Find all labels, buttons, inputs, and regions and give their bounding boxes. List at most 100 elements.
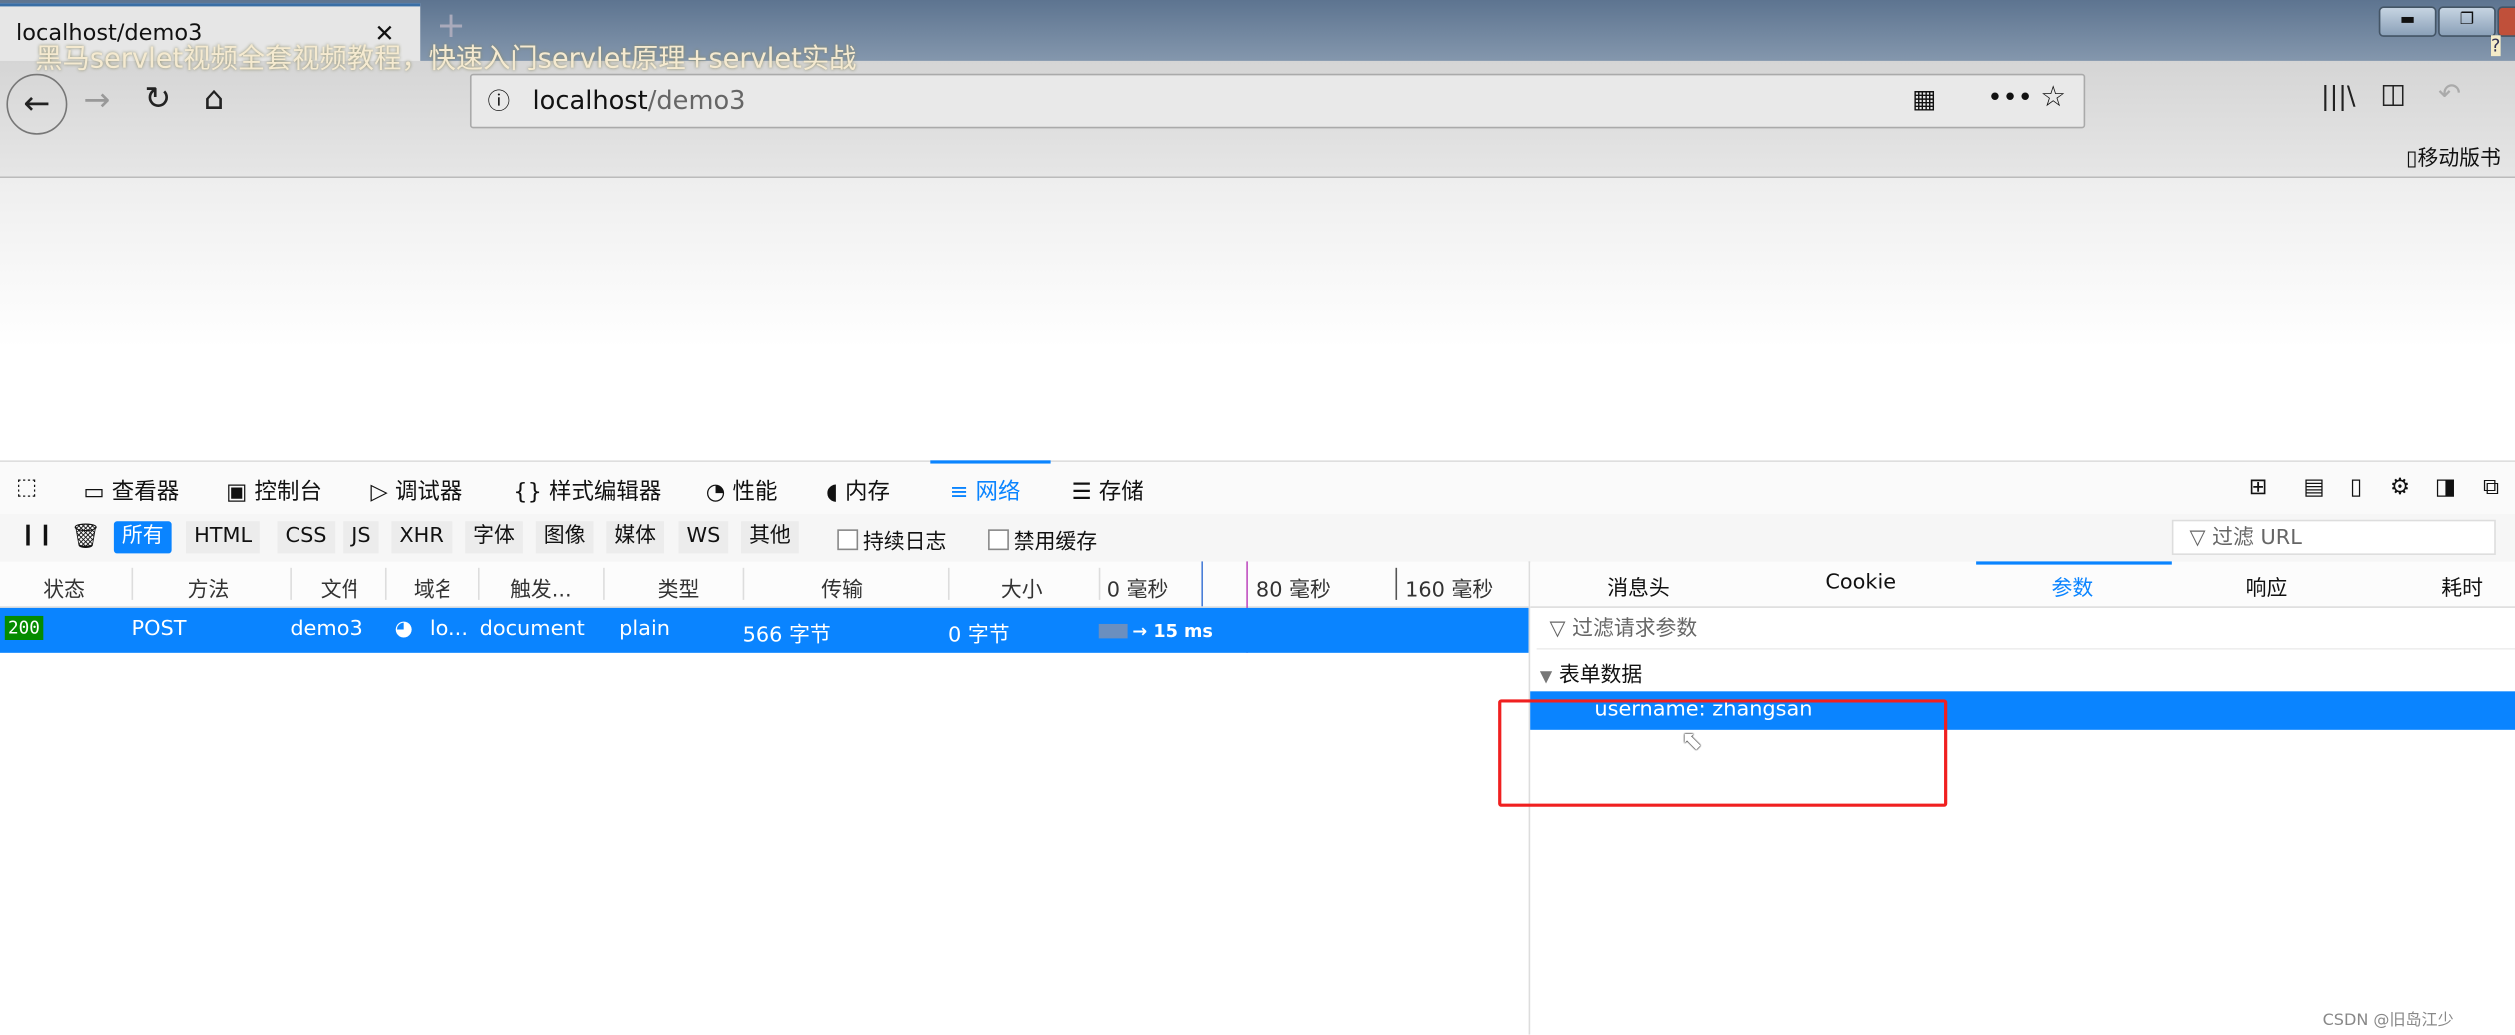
trash-icon[interactable]: 🗑 [71,521,102,550]
info-icon[interactable]: ⓘ [488,85,510,117]
tab-storage[interactable]: ☰ 存储 [1071,475,1143,507]
console-icon: ▣ [226,479,248,506]
tab-debugger[interactable]: ▷ 调试器 [371,475,463,507]
active-tab-indicator [930,460,1051,464]
persist-logs-checkbox[interactable]: 持续日志 [837,525,946,555]
undo-icon[interactable]: ↶ [2438,79,2461,111]
globe-icon: ◕ [394,617,413,642]
forward-icon[interactable]: → [83,80,110,118]
tab-params[interactable]: 参数 [2052,571,2094,601]
filter-ws[interactable]: WS [678,521,729,554]
split-console-icon[interactable]: ▤ [2303,475,2324,501]
request-size: 0 字节 [947,623,1010,649]
more-icon[interactable]: ••• [1987,82,2032,112]
filter-all[interactable]: 所有 [113,521,172,554]
tab-network[interactable]: ≡ 网络 [950,475,1021,507]
bookmark-star-icon[interactable]: ☆ [2040,80,2066,114]
request-cause: document [479,617,585,642]
video-watermark: 黑马servlet视频全套视频教程，快速入门servlet原理+servlet实… [35,43,857,76]
timeline-tick-0: 0 毫秒 [1106,579,1169,604]
tab-timings[interactable]: 耗时 [2441,571,2483,601]
highlight-annotation-box [1498,699,1948,807]
col-status[interactable]: 状态 [43,573,85,603]
tab-inspector[interactable]: ▭ 查看器 [83,475,179,507]
undock-icon[interactable]: ⧉ [2483,475,2499,501]
qr-code-icon[interactable]: ▦ [1912,83,1936,113]
memory-icon: ◖ [826,479,838,506]
filter-icon: ▽ [1549,617,1566,642]
detail-tabs: 消息头 Cookie 参数 响应 耗时 [1530,561,2515,608]
col-file[interactable]: 文件 [321,573,356,603]
request-file: demo3 [290,617,363,642]
help-icon[interactable]: ? [2491,35,2501,57]
network-filter-bar: ❙❙ 🗑 所有 HTML CSS JS XHR 字体 图像 媒体 WS 其他 持… [0,514,2515,564]
tab-performance[interactable]: ◔ 性能 [706,475,778,507]
responsive-layout-icon[interactable]: ⊞ [2249,475,2268,501]
filter-html[interactable]: HTML [186,521,261,554]
url-bar[interactable]: ⓘ localhost/demo3 ▦ ••• ☆ [469,73,2086,129]
network-icon: ≡ [949,479,969,506]
request-table-header: 状态 方法 文件 域名 触发... 类型 传输 大小 0 毫秒 80 毫秒 16… [0,561,1529,653]
devtools-toolbar: ⬚ ▭ 查看器 ▣ 控制台 ▷ 调试器 {} 样式编辑器 ◔ 性能 ◖ 内存 ≡… [0,460,2515,517]
request-timing: → 15 ms [1132,620,1213,642]
inspector-icon: ▭ [83,479,105,506]
col-type[interactable]: 类型 [658,573,700,603]
tab-headers[interactable]: 消息头 [1607,571,1670,601]
col-domain[interactable]: 域名 [414,573,449,603]
tab-response[interactable]: 响应 [2246,571,2288,601]
col-size[interactable]: 大小 [1001,573,1043,603]
col-method[interactable]: 方法 [188,573,230,603]
bookmark-mobile[interactable]: ▯移动版书 [2406,141,2501,172]
filter-media[interactable]: 媒体 [606,521,665,554]
element-picker-icon[interactable]: ⬚ [16,475,37,501]
back-icon[interactable]: ← [6,73,68,135]
timing-bar [1098,623,1128,639]
tab-style-editor[interactable]: {} 样式编辑器 [513,475,661,507]
close-window-button[interactable] [2497,6,2515,37]
filter-xhr[interactable]: XHR [391,521,452,554]
filter-css[interactable]: CSS [277,521,335,554]
status-badge: 200 [4,615,44,640]
request-domain: lo... [429,617,468,642]
form-data-section[interactable]: ▼ 表单数据 [1540,658,1642,688]
request-method: POST [131,617,187,642]
active-detail-tab-indicator [1976,561,2172,565]
device-icon[interactable]: ▯ [2350,475,2362,501]
url-filter-input[interactable]: ▽ 过滤 URL [2171,519,2496,555]
request-type: plain [619,617,670,642]
filter-other[interactable]: 其他 [741,521,799,554]
sidebar-icon[interactable]: ◫ [2380,79,2406,111]
filter-icon: ▽ [2189,526,2206,551]
mouse-cursor-icon: ⬉ [1680,725,1703,756]
restore-button[interactable]: ❐ [2438,6,2496,37]
tab-console[interactable]: ▣ 控制台 [226,475,322,507]
dock-side-icon[interactable]: ◨ [2435,475,2456,501]
library-icon[interactable]: |||\ [2321,80,2356,110]
home-icon[interactable]: ⌂ [204,79,224,117]
filter-fonts[interactable]: 字体 [465,521,523,554]
settings-gear-icon[interactable]: ⚙ [2390,475,2410,501]
timeline-tick-160: 160 毫秒 [1405,579,1494,604]
debugger-icon: ▷ [370,479,388,506]
tab-memory[interactable]: ◖ 内存 [826,475,890,507]
param-filter-input[interactable]: ▽ 过滤请求参数 [1536,612,2515,650]
table-row[interactable]: 200 POST demo3 ◕ lo... document plain 56… [0,607,1529,653]
disable-cache-checkbox[interactable]: 禁用缓存 [988,525,1097,555]
pause-icon[interactable]: ❙❙ [19,523,54,547]
reload-icon[interactable]: ↻ [144,79,171,117]
url-text: localhost/demo3 [532,85,746,116]
filter-images[interactable]: 图像 [535,521,594,554]
request-transferred: 566 字节 [742,623,831,649]
page-content [0,178,2515,461]
braces-icon: {} [513,479,542,506]
csdn-credit: CSDN @旧岛江少 [2322,1012,2454,1030]
storage-icon: ☰ [1071,479,1092,506]
filter-js[interactable]: JS [343,521,379,554]
phone-icon: ▯ [2406,147,2418,172]
tab-cookies[interactable]: Cookie [1825,571,1896,595]
collapse-triangle-icon: ▼ [1539,668,1553,687]
minimize-button[interactable]: ▬ [2378,6,2437,37]
col-cause[interactable]: 触发... [510,573,572,603]
performance-icon: ◔ [705,479,726,506]
col-transferred[interactable]: 传输 [821,573,863,603]
